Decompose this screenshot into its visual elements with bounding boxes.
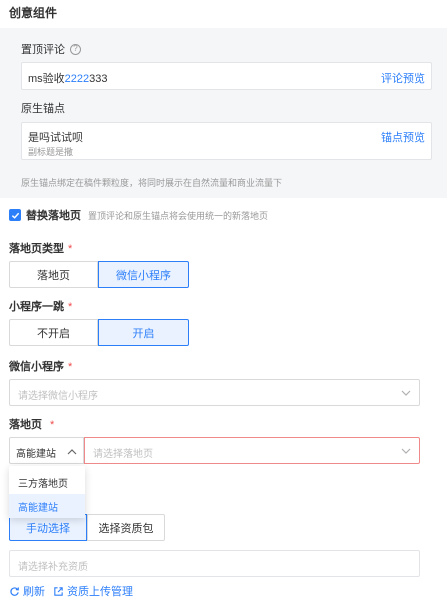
- tab-select-package[interactable]: 选择资质包: [87, 514, 165, 541]
- landing-type-dropdown: 三方落地页 高能建站: [9, 466, 85, 518]
- landing-type-option-landing[interactable]: 落地页: [9, 261, 98, 288]
- mini-jump-option-on[interactable]: 开启: [98, 319, 189, 346]
- refresh-button[interactable]: 刷新: [9, 583, 45, 599]
- dropdown-option-third-party[interactable]: 三方落地页: [9, 470, 85, 494]
- anchor-preview-link[interactable]: 锚点预览: [381, 129, 425, 145]
- pinned-comment-value: ms验收2222333: [28, 73, 108, 85]
- source-tabs: 手动选择 选择资质包: [9, 514, 165, 541]
- landing-page-type-value: 高能建站: [16, 449, 56, 460]
- chevron-down-icon: [401, 448, 411, 454]
- question-circle-icon[interactable]: ?: [70, 43, 81, 55]
- refresh-icon: [10, 586, 19, 596]
- supplement-select[interactable]: 请选择补充资质: [9, 550, 420, 577]
- replace-landing-desc: 置顶评论和原生锚点将会使用统一的新落地页: [88, 210, 269, 221]
- creative-panel: 置顶评论 ? ms验收2222333 评论预览 原生锚点 是吗试试呗 副标题是撒…: [0, 28, 447, 198]
- anchor-subtitle: 副标题是撒: [28, 147, 74, 157]
- chevron-down-icon: [401, 390, 411, 396]
- landing-page-type-select[interactable]: 高能建站: [9, 437, 84, 464]
- landing-type-option-mini[interactable]: 微信小程序: [98, 261, 189, 288]
- replace-landing-checkbox[interactable]: [9, 209, 21, 221]
- landing-page-label: 落地页 *: [9, 419, 55, 431]
- wechat-mini-select[interactable]: 请选择微信小程序: [9, 379, 420, 406]
- landing-type-label: 落地页类型 *: [9, 243, 73, 255]
- landing-type-segment: 落地页 微信小程序: [9, 261, 189, 288]
- external-link-icon: [54, 586, 63, 596]
- mini-jump-label: 小程序一跳 *: [9, 301, 73, 313]
- pinned-comment-label: 置顶评论 ?: [21, 41, 81, 57]
- anchor-note: 原生锚点绑定在稿件颗粒度，将同时展示在自然流量和商业流量下: [21, 178, 283, 188]
- pinned-comment-box[interactable]: ms验收2222333 评论预览: [21, 62, 432, 90]
- action-bar: 刷新 资质上传管理: [9, 583, 133, 599]
- wechat-mini-placeholder: 请选择微信小程序: [18, 391, 98, 402]
- upload-manage-button[interactable]: 资质上传管理: [53, 583, 133, 599]
- check-icon: [11, 212, 19, 219]
- tab-manual-select[interactable]: 手动选择: [9, 514, 87, 541]
- native-anchor-box[interactable]: 是吗试试呗 副标题是撒 锚点预览: [21, 122, 432, 160]
- mini-jump-option-off[interactable]: 不开启: [9, 319, 98, 346]
- section-title: 创意组件: [9, 6, 58, 20]
- comment-preview-link[interactable]: 评论预览: [381, 70, 425, 86]
- mini-jump-segment: 不开启 开启: [9, 319, 189, 346]
- supplement-placeholder: 请选择补充资质: [18, 562, 88, 573]
- anchor-title: 是吗试试呗: [28, 132, 83, 144]
- pinned-comment-label-text: 置顶评论: [21, 44, 65, 56]
- native-anchor-label: 原生锚点: [21, 103, 65, 115]
- dropdown-option-gaoneng[interactable]: 高能建站: [9, 494, 85, 518]
- refresh-label: 刷新: [23, 586, 45, 598]
- wechat-mini-label: 微信小程序 *: [9, 361, 73, 373]
- chevron-up-icon: [67, 449, 77, 455]
- upload-manage-label: 资质上传管理: [67, 586, 133, 598]
- replace-landing-row: 替换落地页 置顶评论和原生锚点将会使用统一的新落地页: [9, 207, 268, 223]
- landing-page-placeholder: 请选择落地页: [93, 449, 153, 460]
- landing-page-select[interactable]: 请选择落地页: [84, 437, 420, 464]
- replace-landing-label: 替换落地页: [26, 210, 81, 222]
